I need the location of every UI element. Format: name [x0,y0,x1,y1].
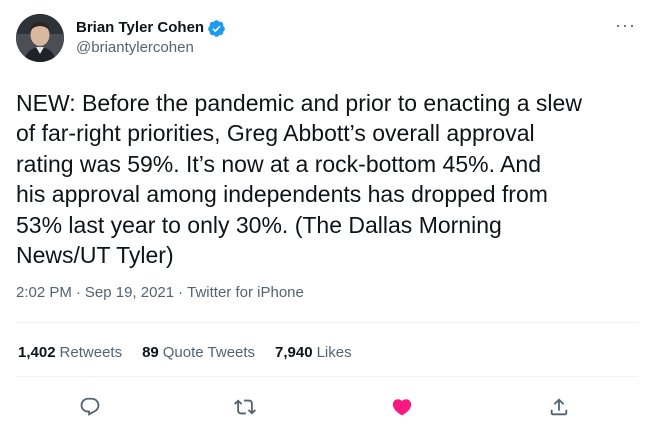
tweet-header: Brian Tyler Cohen @briantylercohen [16,14,226,62]
tweet-meta: 2:02 PM · Sep 19, 2021 · Twitter for iPh… [16,284,304,301]
author-names: Brian Tyler Cohen @briantylercohen [76,18,226,58]
avatar[interactable] [16,14,64,62]
tweet-card: Brian Tyler Cohen @briantylercohen ··· N… [0,0,654,431]
likes-stat[interactable]: 7,940 Likes [275,344,352,361]
quote-tweets-stat[interactable]: 89 Quote Tweets [142,344,255,361]
retweets-stat[interactable]: 1,402 Retweets [18,344,122,361]
meta-separator: · [75,284,81,301]
tweet-text: NEW: Before the pandemic and prior to en… [16,90,582,269]
quote-tweets-label: Quote Tweets [162,344,256,361]
name-row: Brian Tyler Cohen [76,18,226,38]
tweet-source[interactable]: Twitter for iPhone [187,284,304,301]
retweet-icon[interactable] [232,394,258,420]
quote-tweets-count: 89 [142,344,159,361]
heart-icon[interactable] [389,394,415,420]
more-horizontal-icon[interactable]: ··· [615,16,636,34]
tweet-date[interactable]: Sep 19, 2021 [85,284,174,301]
divider [16,322,638,323]
author-handle[interactable]: @briantylercohen [76,38,226,58]
likes-count: 7,940 [275,344,313,361]
verified-badge-icon [207,19,226,38]
action-bar [0,394,654,420]
retweets-label: Retweets [59,344,123,361]
retweets-count: 1,402 [18,344,56,361]
divider [16,376,638,377]
engagement-stats: 1,402 Retweets 89 Quote Tweets 7,940 Likes [18,344,372,361]
meta-separator: · [178,284,184,301]
reply-icon[interactable] [77,394,103,420]
author-display-name[interactable]: Brian Tyler Cohen [76,18,204,38]
tweet-time[interactable]: 2:02 PM [16,284,72,301]
likes-label: Likes [316,344,352,361]
share-icon[interactable] [546,394,572,420]
